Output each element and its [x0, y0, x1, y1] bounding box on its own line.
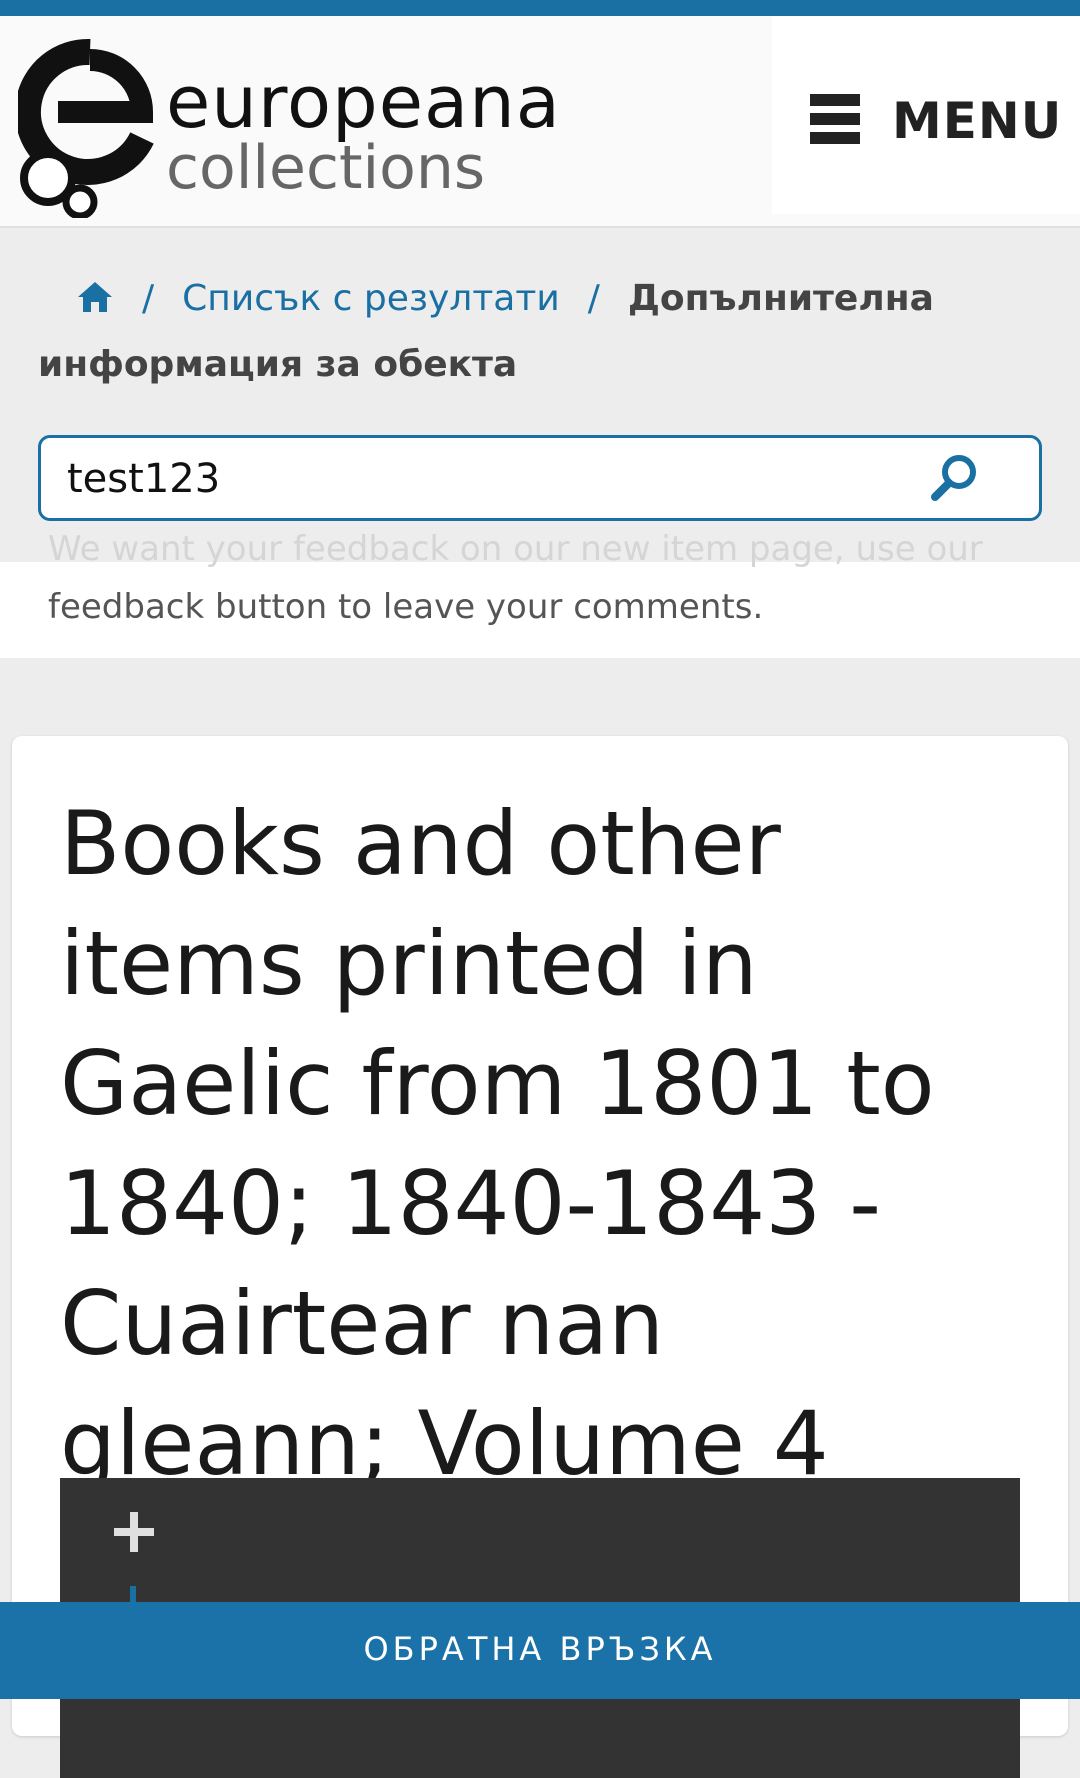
search-input[interactable] [65, 450, 899, 508]
logo-wordmark: europeana [166, 60, 561, 144]
breadcrumb-results-link[interactable]: Списък с резултати [182, 278, 560, 319]
breadcrumb-separator: / [587, 278, 600, 319]
search-box [38, 435, 1042, 521]
logo-subtitle: collections [166, 133, 486, 203]
menu-button[interactable]: MENU [772, 16, 1080, 214]
breadcrumb-separator: / [142, 278, 155, 319]
feedback-button[interactable]: ОБРАТНА ВРЪЗКА [0, 1602, 1080, 1699]
feedback-note-line2: feedback button to leave your comments. [48, 587, 764, 627]
home-icon[interactable] [76, 280, 114, 314]
hamburger-icon [810, 94, 862, 144]
top-accent-strip [0, 0, 1080, 16]
menu-label: MENU [892, 92, 1063, 150]
feedback-note: We want your feedback on our new item pa… [48, 520, 1008, 636]
europeana-logo[interactable]: europeana collections [18, 38, 560, 218]
item-title: Books and other items printed in Gaelic … [60, 792, 935, 1495]
breadcrumb: / Списък с резултати / Допълнителна информа… [38, 266, 1048, 398]
item-card: Books and other items printed in Gaelic … [12, 736, 1068, 1778]
site-header: europeana collections MENU [0, 16, 1080, 228]
feedback-note-line1: We want your feedback on our new item pa… [48, 529, 983, 569]
plus-icon[interactable] [114, 1512, 154, 1552]
europeana-logo-icon [18, 38, 154, 218]
search-icon[interactable] [925, 450, 983, 508]
